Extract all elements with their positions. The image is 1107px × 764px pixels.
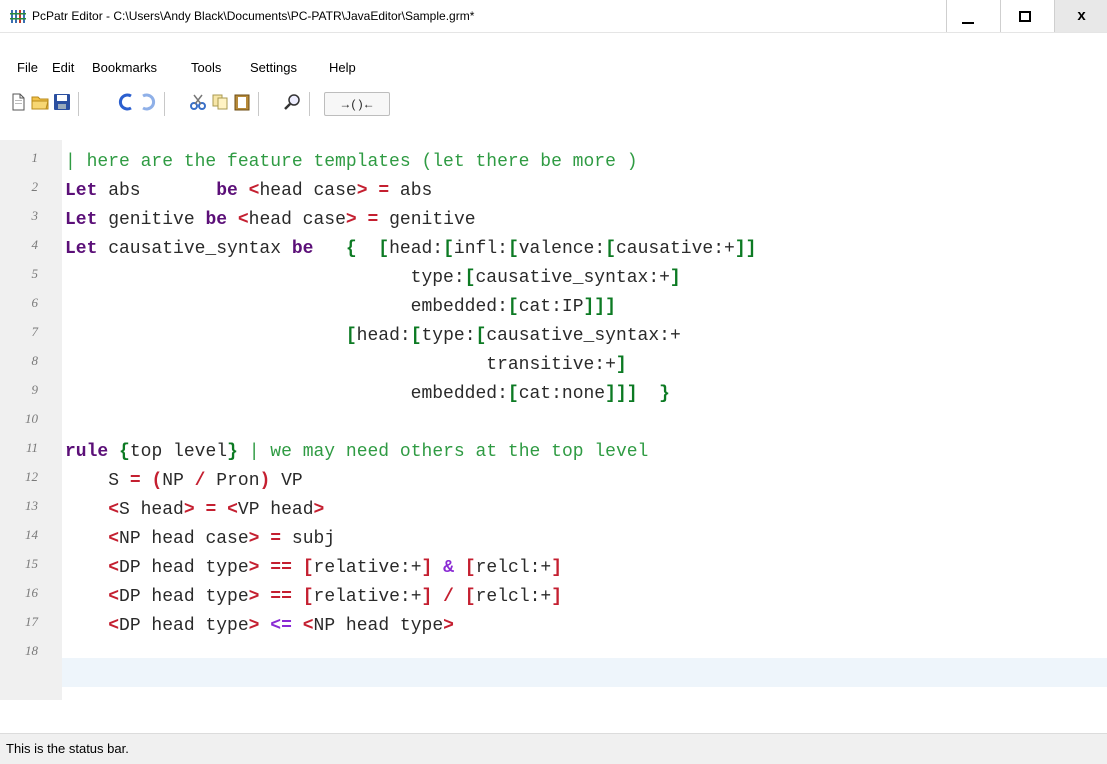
menu-file[interactable]: File [17, 57, 38, 79]
line-number: 11 [25, 440, 38, 455]
new-file-icon[interactable] [9, 93, 27, 111]
app-icon [10, 10, 26, 23]
bracket-match-button[interactable]: →( )← [324, 92, 390, 116]
close-icon: x [1077, 7, 1086, 24]
window-title: PcPatr Editor - C:\Users\Andy Black\Docu… [32, 9, 475, 23]
minimize-icon [962, 22, 974, 24]
code-line: [head:[type:[causative_syntax:+ [345, 326, 681, 346]
line-number: 14 [25, 527, 38, 542]
code-line: <NP head case> = subj [108, 529, 336, 549]
code-line: <DP head type> == [relative:+] / [relcl:… [108, 587, 563, 607]
line-number: 12 [25, 469, 38, 484]
code-line: <DP head type> <= <NP head type> [108, 616, 454, 636]
line-number: 5 [31, 266, 39, 281]
status-bar: This is the status bar. [0, 733, 1107, 764]
toolbar-separator [164, 92, 165, 116]
code-line: transitive:+] [486, 355, 627, 375]
line-number: 18 [25, 643, 38, 658]
line-number: 17 [25, 614, 38, 629]
line-number: 4 [31, 237, 39, 252]
line-number: 15 [25, 556, 38, 571]
menu-edit[interactable]: Edit [52, 57, 74, 79]
menu-tools[interactable]: Tools [191, 57, 221, 79]
menu-help[interactable]: Help [329, 57, 356, 79]
line-number: 16 [25, 585, 38, 600]
code-line: Let causative_syntax be { [head:[infl:[v… [65, 239, 757, 259]
line-number: 9 [31, 382, 39, 397]
code-line: embedded:[cat:none]]] } [410, 384, 670, 404]
line-number: 10 [25, 411, 38, 426]
menu-bookmarks[interactable]: Bookmarks [92, 57, 157, 79]
redo-icon[interactable] [139, 93, 157, 111]
close-button[interactable]: x [1054, 0, 1107, 32]
code-editor[interactable]: 1 2 3 4 5 6 7 8 9 10 11 12 13 14 15 16 1… [0, 140, 1107, 700]
line-number: 3 [31, 208, 39, 223]
open-folder-icon[interactable] [31, 93, 49, 111]
toolbar-separator [258, 92, 259, 116]
code-line: | here are the feature templates (let th… [65, 152, 638, 172]
toolbar-separator [309, 92, 310, 116]
line-number: 8 [31, 353, 39, 368]
keyword: Let [65, 181, 98, 201]
comment: | we may need others at the top level [248, 442, 649, 462]
code-line: S = (NP / Pron) VP [108, 471, 303, 491]
comment: | here are the feature templates (let th… [65, 152, 638, 172]
paste-icon[interactable] [233, 93, 251, 111]
line-number: 1 [31, 150, 39, 165]
maximize-icon [1019, 11, 1031, 22]
line-number: 13 [25, 498, 38, 513]
line-number: 6 [31, 295, 39, 310]
line-number: 2 [31, 179, 39, 194]
code-line: Let abs be <head case> = abs [65, 181, 433, 201]
code-line: <DP head type> == [relative:+] & [relcl:… [108, 558, 563, 578]
code-line: type:[causative_syntax:+] [410, 268, 681, 288]
line-number: 7 [31, 324, 39, 339]
current-line-highlight [62, 658, 1107, 687]
find-icon[interactable] [283, 93, 301, 111]
keyword: be [216, 181, 238, 201]
keyword: rule [65, 442, 109, 462]
cut-icon[interactable] [189, 93, 207, 111]
minimize-button[interactable] [946, 0, 993, 32]
maximize-button[interactable] [1000, 0, 1047, 32]
status-text: This is the status bar. [6, 741, 129, 756]
code-line: embedded:[cat:IP]]] [410, 297, 616, 317]
undo-icon[interactable] [117, 93, 135, 111]
copy-icon[interactable] [211, 93, 229, 111]
keyword: be [291, 239, 314, 259]
keyword: be [205, 210, 228, 230]
menu-settings[interactable]: Settings [250, 57, 297, 79]
save-icon[interactable] [53, 93, 71, 111]
code-line: <S head> = <VP head> [108, 500, 325, 520]
keyword: Let [65, 239, 98, 259]
bracket-match-label: →( )← [339, 97, 375, 111]
code-line: rule {top level} | we may need others at… [65, 442, 649, 462]
title-bar: PcPatr Editor - C:\Users\Andy Black\Docu… [0, 0, 1107, 33]
toolbar-separator [78, 92, 79, 116]
keyword: Let [65, 210, 98, 230]
code-line: Let genitive be <head case> = genitive [65, 210, 476, 230]
toolbar: →( )← [0, 90, 1107, 124]
